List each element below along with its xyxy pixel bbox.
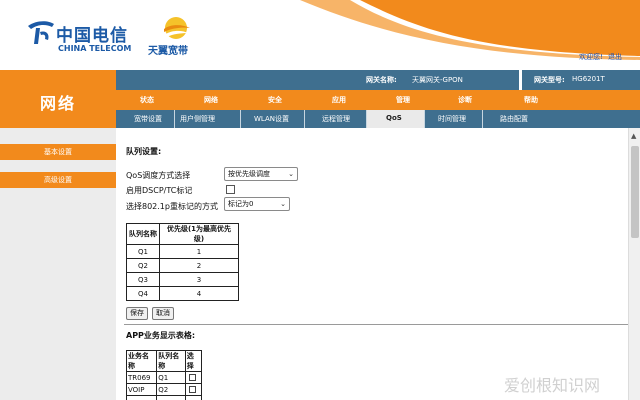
empty-cell: [184, 395, 203, 400]
app-queue-name-header: 队列名称: [156, 350, 186, 372]
section-divider: [124, 324, 628, 325]
row-select-checkbox[interactable]: [188, 374, 196, 381]
dscp-label: 启用DSCP/TC标记: [126, 186, 193, 195]
vertical-scrollbar[interactable]: ▲: [628, 128, 640, 400]
table-row: Q4 4: [126, 286, 239, 301]
scroll-thumb[interactable]: [631, 146, 639, 238]
subtab-broadband[interactable]: 宽带设置: [134, 114, 162, 124]
empty-cell: [156, 395, 186, 400]
tab-application[interactable]: 应用: [332, 95, 346, 105]
tab-status[interactable]: 状态: [140, 95, 154, 105]
logout-link[interactable]: 退出: [608, 53, 622, 61]
gateway-info-bar: 网关名称: 天翼网关-GPON 网关型号: HG6201T: [116, 70, 640, 90]
priority-cell: 3: [159, 272, 239, 287]
app-table-title: APP业务显示表格:: [126, 331, 196, 340]
tab-diagnostics[interactable]: 诊断: [458, 95, 472, 105]
app-table-header: 业务名称 队列名称 选择: [125, 350, 203, 372]
priority-cell: 2: [159, 258, 239, 273]
service-name-cell: VOIP: [125, 383, 158, 396]
queue-name-cell: Q1: [126, 244, 160, 259]
app-service-table: 业务名称 队列名称 选择 TR069 Q1 VOIP Q2: [125, 350, 203, 400]
subtab-qos[interactable]: QoS: [386, 114, 402, 122]
gateway-name-label: 网关名称:: [366, 76, 397, 84]
tianyi-broadband-text: 天翼宽带: [148, 46, 188, 57]
priority-header: 优先级(1为最高优先级): [159, 223, 239, 245]
queue-table-header: 队列名称 优先级(1为最高优先级): [126, 223, 239, 245]
queue-name-cell: Q4: [126, 286, 160, 301]
qos-mode-value: 按优先级调度: [228, 170, 270, 178]
priority-cell: 4: [159, 286, 239, 301]
subtab-separator: [240, 110, 241, 128]
app-queue-cell: Q1: [156, 371, 186, 384]
chevron-down-icon: ⌄: [280, 200, 286, 208]
service-name-header: 业务名称: [125, 350, 158, 372]
queue-table: 队列名称 优先级(1为最高优先级) Q1 1 Q2 2 Q3 3 Q4 4: [126, 223, 239, 301]
tab-security[interactable]: 安全: [268, 95, 282, 105]
sub-nav-tabs: 宽带设置 用户侧管理 WLAN设置 远程管理 QoS 时间管理 路由配置: [116, 110, 640, 128]
select-header: 选择: [184, 350, 203, 372]
subtab-routing[interactable]: 路由配置: [500, 114, 528, 124]
tianyi-sun-icon: [164, 17, 190, 39]
welcome-text: 欢迎您!: [578, 53, 603, 61]
sidebar: 基本设置 高级设置: [0, 128, 116, 400]
logo-chinese-text: 中国电信: [56, 26, 128, 46]
empty-cell: [125, 395, 158, 400]
queue-name-cell: Q3: [126, 272, 160, 287]
tab-network[interactable]: 网络: [204, 95, 218, 105]
telecom-logo-icon: [28, 21, 54, 44]
subtab-separator: [304, 110, 305, 128]
logo-english-text: CHINA TELECOM: [58, 44, 132, 53]
subtab-time[interactable]: 时间管理: [438, 114, 466, 124]
section-title-box: 网络: [0, 70, 116, 128]
main-nav-tabs: 状态 网络 安全 应用 管理 诊断 帮助: [116, 90, 640, 110]
table-row: Q3 3: [126, 272, 239, 287]
subtab-separator: [424, 110, 425, 128]
dscp-checkbox[interactable]: [226, 185, 235, 194]
cancel-button[interactable]: 取消: [152, 307, 174, 320]
gateway-name-value: 天翼网关-GPON: [412, 76, 463, 84]
gateway-model-label: 网关型号:: [534, 76, 565, 84]
tab-help[interactable]: 帮助: [524, 95, 538, 105]
scroll-up-arrow-icon[interactable]: ▲: [631, 132, 636, 140]
p8021-select[interactable]: 标记为0 ⌄: [224, 197, 290, 211]
chevron-down-icon: ⌄: [288, 170, 294, 178]
sidebar-item-basic[interactable]: 基本设置: [0, 144, 116, 160]
subtab-separator: [366, 110, 367, 128]
subtab-separator: [482, 110, 483, 128]
main-content: 队列设置: QoS调度方式选择 按优先级调度 ⌄ 启用DSCP/TC标记 选择8…: [116, 128, 628, 400]
subtab-separator: [174, 110, 175, 128]
table-row: VOIP Q2: [125, 383, 203, 396]
table-row: TR069 Q1: [125, 371, 203, 384]
select-cell: [184, 383, 203, 396]
qos-mode-select[interactable]: 按优先级调度 ⌄: [224, 167, 298, 181]
table-row: Q1 1: [126, 244, 239, 259]
select-cell: [184, 371, 203, 384]
queue-name-cell: Q2: [126, 258, 160, 273]
save-button[interactable]: 保存: [126, 307, 148, 320]
sidebar-item-advanced[interactable]: 高级设置: [0, 172, 116, 188]
subtab-user-side[interactable]: 用户侧管理: [180, 114, 215, 124]
table-row: [125, 395, 203, 400]
subtab-wlan[interactable]: WLAN设置: [254, 114, 289, 124]
tianyi-broadband-logo: 天翼宽带: [148, 14, 208, 58]
login-links: 欢迎您! 退出: [576, 52, 622, 62]
header: 中国电信 CHINA TELECOM 天翼宽带 欢迎您! 退出: [0, 0, 640, 70]
qos-mode-label: QoS调度方式选择: [126, 171, 191, 180]
section-title: 网络: [39, 94, 76, 113]
tab-management[interactable]: 管理: [396, 95, 410, 105]
service-name-cell: TR069: [125, 371, 158, 384]
row-select-checkbox[interactable]: [188, 386, 196, 393]
p8021-value: 标记为0: [228, 200, 254, 208]
gateway-model-value: HG6201T: [572, 75, 605, 83]
watermark-text: 爱创根知识网: [504, 376, 601, 395]
gateway-info-divider: [519, 70, 522, 90]
table-row: Q2 2: [126, 258, 239, 273]
queue-name-header: 队列名称: [126, 223, 160, 245]
queue-settings-title: 队列设置:: [126, 147, 162, 156]
priority-cell: 1: [159, 244, 239, 259]
china-telecom-logo: 中国电信 CHINA TELECOM: [26, 18, 136, 58]
p8021-label: 选择802.1p重标记的方式: [126, 202, 218, 211]
subtab-remote[interactable]: 远程管理: [322, 114, 350, 124]
app-queue-cell: Q2: [156, 383, 186, 396]
